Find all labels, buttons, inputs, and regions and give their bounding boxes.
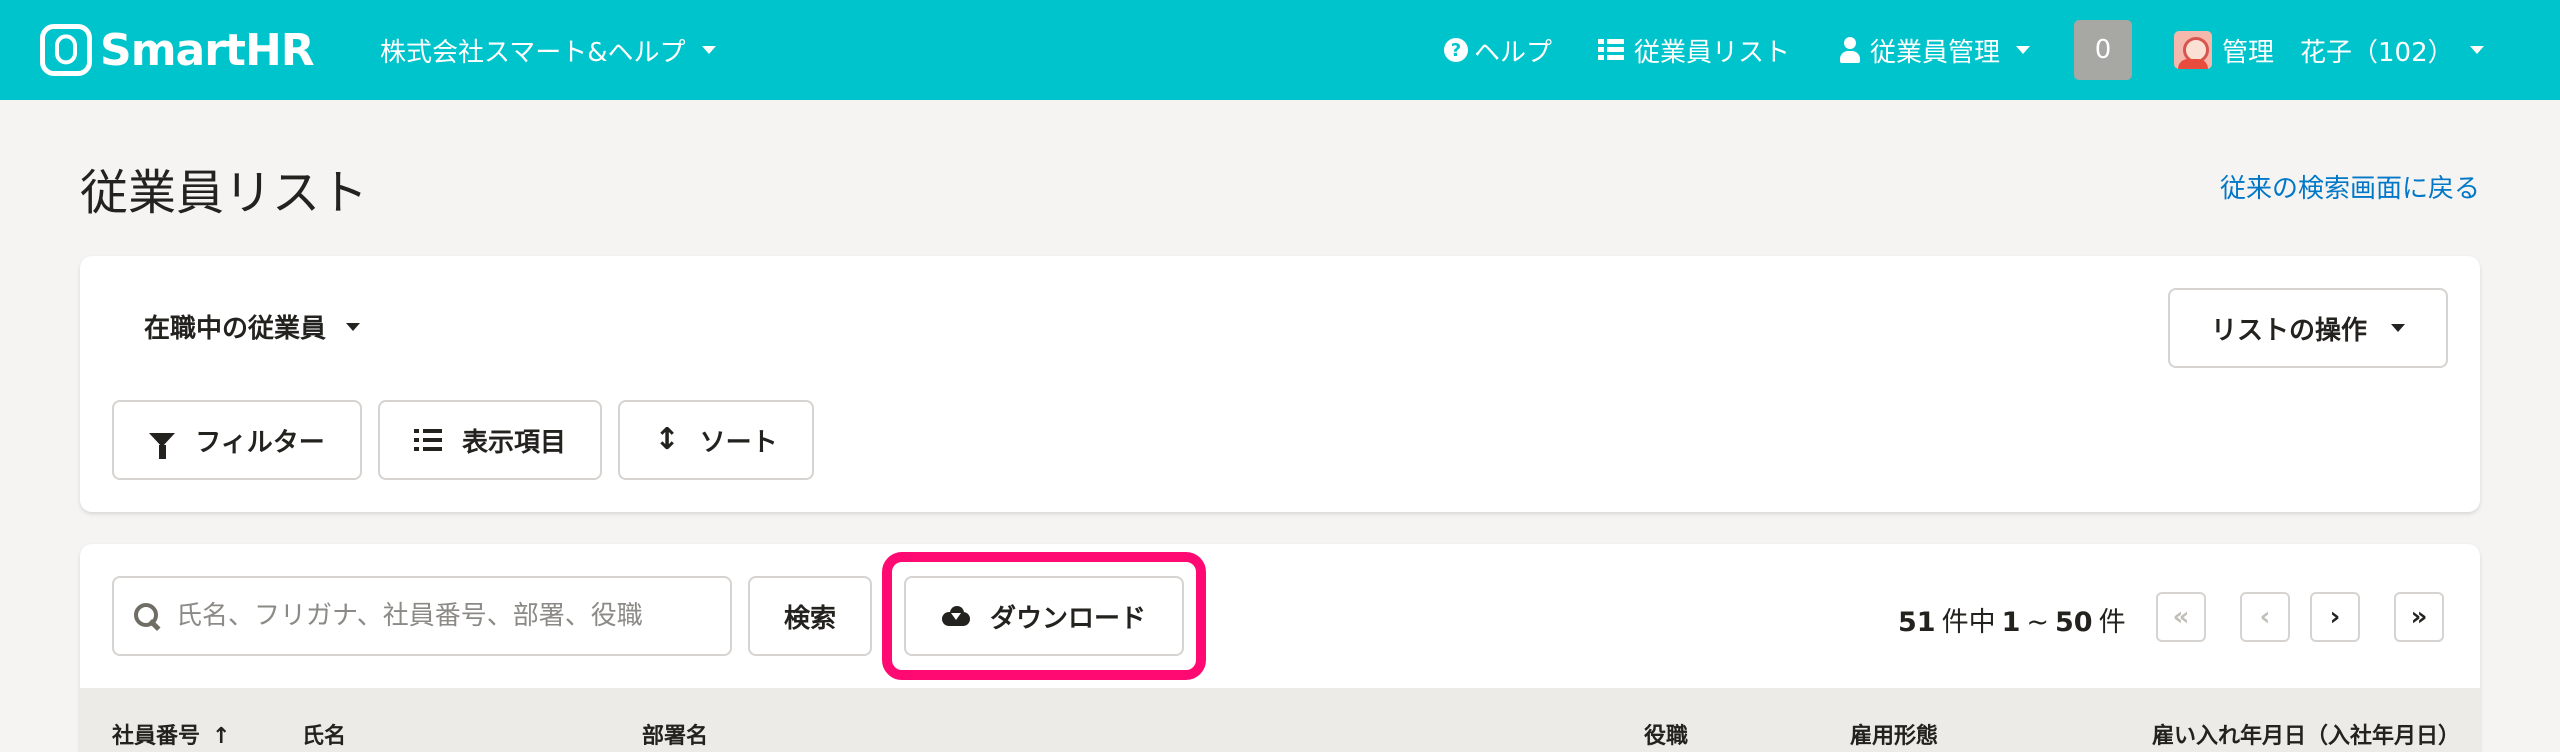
question-circle-icon: ? bbox=[1444, 38, 1468, 62]
display-columns-label: 表示項目 bbox=[461, 427, 566, 458]
cloud-download-icon bbox=[941, 606, 970, 626]
search-box bbox=[112, 576, 732, 656]
range-separator: ~ bbox=[2026, 607, 2049, 638]
notification-badge[interactable]: 0 bbox=[2074, 20, 2132, 80]
previous-page-button[interactable]: ‹ bbox=[2240, 592, 2290, 642]
chevron-down-icon bbox=[2469, 46, 2484, 54]
search-input[interactable] bbox=[176, 601, 696, 631]
display-columns-button[interactable]: 表示項目 bbox=[378, 400, 602, 480]
count-unit: 件 bbox=[2098, 607, 2126, 638]
list-icon bbox=[1598, 39, 1624, 61]
chevron-down-icon bbox=[701, 46, 716, 54]
top-header: SmartHR 株式会社スマート&ヘルプ ? ヘルプ 従業員リスト 従業員管理 … bbox=[0, 0, 2560, 100]
user-menu[interactable]: 管理 花子（102） bbox=[2174, 0, 2484, 100]
view-selector[interactable]: 在職中の従業員 bbox=[144, 308, 361, 345]
nav-employee-manage-label: 従業員管理 bbox=[1870, 37, 2001, 68]
avatar bbox=[2174, 31, 2212, 69]
list-operations-button[interactable]: リストの操作 bbox=[2168, 288, 2448, 368]
count-of-label: 件中 bbox=[1941, 607, 1996, 638]
employee-table-card: 検索 ダウンロード 51 件中 1 ~ 50 件 « ‹ › » 社員番号 ↑ 氏… bbox=[80, 544, 2480, 752]
column-header-position[interactable]: 役職 bbox=[1644, 718, 1688, 750]
sort-label: ソート bbox=[699, 427, 778, 458]
logo-text: SmartHR bbox=[100, 24, 315, 76]
nav-help-label: ヘルプ bbox=[1474, 37, 1553, 68]
view-selector-label: 在職中の従業員 bbox=[144, 314, 327, 344]
smarthr-logo[interactable]: SmartHR bbox=[40, 24, 315, 76]
table-header: 社員番号 ↑ 氏名 部署名 役職 雇用形態 雇い入れ年月日（入社年月日） bbox=[80, 688, 2480, 752]
result-count: 51 件中 1 ~ 50 件 bbox=[1898, 600, 2132, 639]
sort-button[interactable]: ↕ ソート bbox=[618, 400, 814, 480]
chevron-down-icon bbox=[2016, 46, 2031, 54]
smarthr-logo-icon bbox=[40, 24, 92, 76]
filter-icon bbox=[149, 433, 176, 459]
search-button[interactable]: 検索 bbox=[748, 576, 872, 656]
user-icon bbox=[1840, 37, 1860, 63]
download-button[interactable]: ダウンロード bbox=[904, 576, 1184, 656]
nav-help[interactable]: ? ヘルプ bbox=[1444, 0, 1552, 100]
user-name: 管理 花子（102） bbox=[2222, 37, 2454, 68]
download-label: ダウンロード bbox=[989, 603, 1146, 634]
column-header-label: 社員番号 bbox=[112, 724, 201, 749]
range-end: 50 bbox=[2055, 607, 2093, 638]
list-controls-card: 在職中の従業員 リストの操作 フィルター 表示項目 ↕ ソート bbox=[80, 256, 2480, 512]
total-count: 51 bbox=[1898, 607, 1936, 638]
filter-button[interactable]: フィルター bbox=[112, 400, 362, 480]
chevron-down-icon bbox=[2391, 324, 2405, 332]
page-title: 従業員リスト bbox=[80, 165, 369, 221]
back-to-legacy-search-link[interactable]: 従来の検索画面に戻る bbox=[2220, 168, 2480, 205]
filter-label: フィルター bbox=[195, 427, 325, 458]
next-page-button[interactable]: › bbox=[2310, 592, 2360, 642]
column-header-employee-number[interactable]: 社員番号 ↑ bbox=[112, 718, 230, 750]
company-name: 株式会社スマート&ヘルプ bbox=[380, 37, 686, 68]
search-icon bbox=[134, 603, 160, 629]
nav-employee-list-label: 従業員リスト bbox=[1634, 37, 1791, 68]
first-page-button[interactable]: « bbox=[2156, 592, 2206, 642]
nav-employee-manage[interactable]: 従業員管理 bbox=[1840, 0, 2031, 100]
company-selector[interactable]: 株式会社スマート&ヘルプ bbox=[380, 0, 716, 100]
last-page-button[interactable]: » bbox=[2394, 592, 2444, 642]
sort-icon: ↕ bbox=[654, 422, 680, 457]
list-icon bbox=[413, 428, 442, 452]
column-header-department[interactable]: 部署名 bbox=[642, 718, 708, 750]
chevron-down-icon bbox=[346, 322, 361, 331]
arrow-up-icon: ↑ bbox=[212, 724, 231, 749]
list-operations-label: リストの操作 bbox=[2210, 315, 2367, 346]
column-header-employment-type[interactable]: 雇用形態 bbox=[1850, 718, 1938, 750]
nav-employee-list[interactable]: 従業員リスト bbox=[1598, 0, 1790, 100]
column-header-name[interactable]: 氏名 bbox=[302, 718, 346, 750]
column-header-hire-date[interactable]: 雇い入れ年月日（入社年月日） bbox=[2152, 718, 2460, 750]
range-start: 1 bbox=[2001, 607, 2021, 638]
